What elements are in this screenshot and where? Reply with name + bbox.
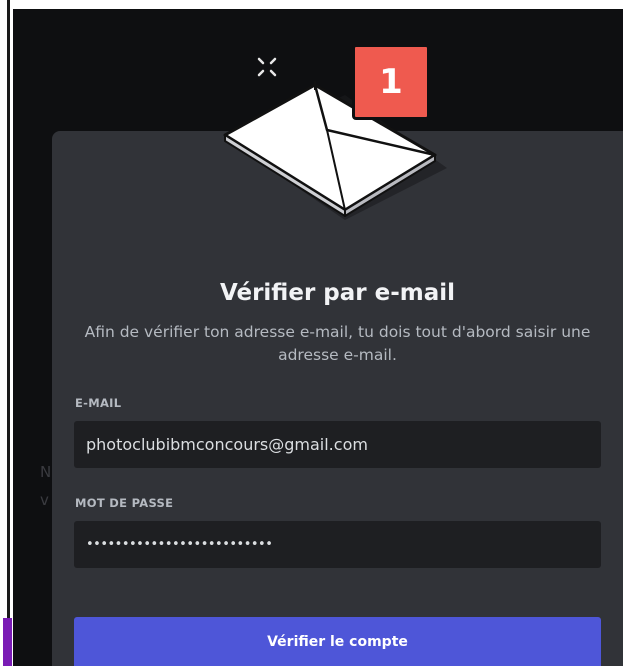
taskbar-fragment [3, 618, 12, 666]
modal-title: Vérifier par e-mail [219, 280, 456, 306]
background-text-fragment: Nv [40, 463, 52, 509]
verify-account-button[interactable]: Vérifier le compte [74, 617, 601, 666]
notification-badge: 1 [352, 44, 430, 120]
modal-subtitle: Afin de vérifier ton adresse e-mail, tu … [84, 323, 591, 364]
password-label: MOT DE PASSE [75, 496, 174, 510]
email-field[interactable]: photoclubibmconcours@gmail.com [74, 421, 601, 468]
password-field[interactable]: •••••••••••••••••••••••••• [74, 521, 601, 568]
email-label: E-MAIL [75, 396, 122, 410]
window-edge [0, 0, 13, 666]
window-border [7, 0, 10, 620]
